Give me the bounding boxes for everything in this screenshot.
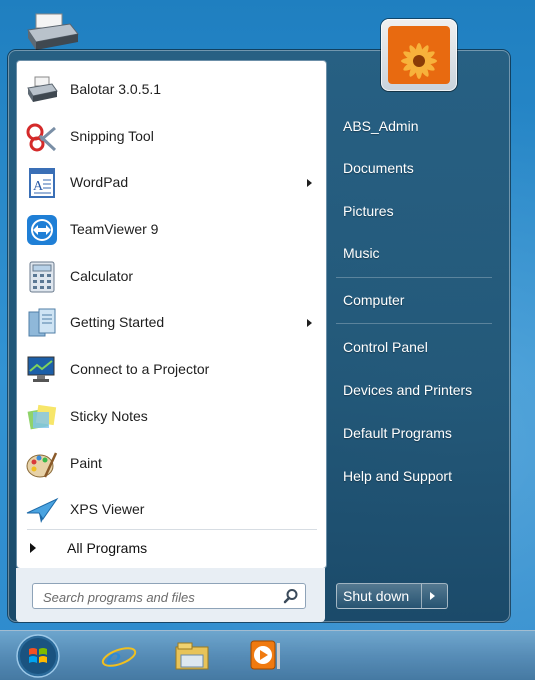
menu-item-label: ABS_Admin [343,118,419,134]
program-label: Getting Started [70,314,165,331]
search-icon[interactable] [283,588,299,604]
program-label: Calculator [70,267,134,284]
separator [336,323,492,324]
menu-item-computer[interactable]: Computer [334,286,504,316]
menu-item-label: Default Programs [343,425,452,441]
shutdown-label: Shut down [343,588,410,604]
program-label: Balotar 3.0.5.1 [70,81,162,97]
program-label: XPS Viewer [70,501,145,518]
program-item-balotar[interactable]: Balotar 3.0.5.1 [17,67,326,114]
media-player-icon[interactable] [247,637,285,675]
program-label: WordPad [70,174,129,191]
menu-item-control-panel[interactable]: Control Panel [334,333,504,363]
program-item-wordpad[interactable]: A WordPad [17,160,326,207]
menu-item-help-support[interactable]: Help and Support [334,462,504,492]
menu-item-documents[interactable]: Documents [334,154,504,184]
program-item-xps-viewer[interactable]: XPS Viewer [17,487,326,534]
program-label: TeamViewer 9 [70,221,159,238]
program-label: Connect to a Projector [70,361,210,378]
all-programs-label: All Programs [67,540,148,556]
user-picture[interactable] [381,19,457,91]
svg-text:A: A [33,179,44,194]
shutdown-button[interactable]: Shut down [336,583,448,609]
flower-image-icon [388,26,450,84]
program-item-teamviewer[interactable]: TeamViewer 9 [17,207,326,254]
program-item-getting-started[interactable]: Getting Started [17,300,326,347]
wordpad-icon: A [29,168,55,199]
pinned-programs-list: Balotar 3.0.5.1 Snipping Tool A WordPad [17,67,326,534]
all-programs-button[interactable]: All Programs [16,533,325,565]
menu-item-label: Music [343,245,380,261]
program-label: Paint [70,454,102,471]
menu-item-default-programs[interactable]: Default Programs [334,419,504,449]
printer-icon [27,13,79,50]
teamviewer-icon [27,215,57,246]
projector-icon [27,356,55,383]
menu-item-devices-printers[interactable]: Devices and Printers [334,376,504,406]
internet-explorer-icon[interactable]: e [100,637,138,675]
xps-viewer-icon [26,497,59,524]
program-item-paint[interactable]: Paint [17,441,326,488]
submenu-arrow-icon[interactable] [307,179,312,188]
program-item-connect-projector[interactable]: Connect to a Projector [17,347,326,394]
program-item-calculator[interactable]: Calculator [17,254,326,301]
scissors-icon [26,123,57,152]
separator [27,529,317,530]
file-explorer-icon[interactable] [173,637,211,675]
menu-item-music[interactable]: Music [334,239,504,269]
menu-item-label: Computer [343,292,405,308]
sticky-notes-icon [27,404,57,430]
program-label: Sticky Notes [70,407,148,424]
program-item-sticky-notes[interactable]: Sticky Notes [17,394,326,441]
calculator-icon [29,261,55,293]
windows-orb-icon[interactable] [15,633,61,679]
search-box[interactable] [32,583,306,609]
shutdown-options-arrow-icon[interactable] [430,592,435,600]
programs-pane: Balotar 3.0.5.1 Snipping Tool A WordPad [16,60,327,569]
submenu-arrow-icon[interactable] [307,319,312,328]
getting-started-icon [28,308,56,337]
program-item-snipping-tool[interactable]: Snipping Tool [17,114,326,161]
search-input[interactable] [41,587,275,607]
menu-item-label: Control Panel [343,339,428,355]
menu-item-user-folder[interactable]: ABS_Admin [334,112,504,142]
menu-item-pictures[interactable]: Pictures [334,197,504,227]
program-label: Snipping Tool [70,127,154,144]
menu-item-label: Help and Support [343,468,452,484]
paint-palette-icon [26,451,58,478]
separator [421,584,422,608]
separator [336,277,492,278]
svg-text:e: e [106,640,121,675]
printer-icon [27,76,58,102]
menu-item-label: Devices and Printers [343,382,473,398]
menu-item-label: Pictures [343,203,394,219]
arrow-right-icon [30,543,36,553]
menu-item-label: Documents [343,160,414,176]
